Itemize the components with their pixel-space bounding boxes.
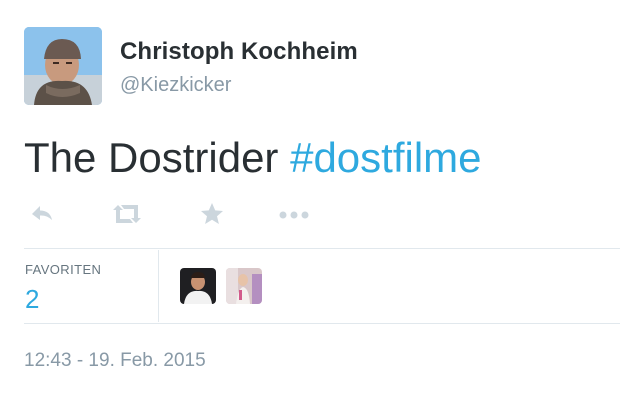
favorite-star-icon <box>201 203 223 224</box>
author-name[interactable]: Christoph Kochheim <box>120 38 358 66</box>
tweet-card: Christoph Kochheim @Kiezkicker The Dostr… <box>0 0 620 420</box>
tweet-text: The Dostrider #dostfilme <box>24 134 482 182</box>
divider-top <box>24 248 620 249</box>
divider-bottom <box>24 323 620 324</box>
tweet-timestamp[interactable]: 12:43 - 19. Feb. 2015 <box>24 350 206 372</box>
favoriter-avatar[interactable] <box>180 268 216 304</box>
favorite-button[interactable] <box>198 200 226 228</box>
hashtag-link[interactable]: #dostfilme <box>290 134 481 181</box>
more-dots-icon <box>279 211 309 219</box>
favorites-stat: FAVORITEN 2 <box>24 250 159 322</box>
favorites-count[interactable]: 2 <box>25 284 39 315</box>
tweet-body: The Dostrider <box>24 134 291 181</box>
author-avatar[interactable] <box>24 27 102 105</box>
author-handle[interactable]: @Kiezkicker <box>120 74 231 97</box>
retweet-icon <box>113 205 141 223</box>
tweet-stats: FAVORITEN 2 <box>24 250 620 322</box>
more-button[interactable] <box>278 200 312 228</box>
favorites-label: FAVORITEN <box>25 262 102 277</box>
favoriter-avatar[interactable] <box>226 268 262 304</box>
reply-button[interactable] <box>28 200 56 228</box>
retweet-button[interactable] <box>110 200 144 228</box>
reply-icon <box>32 206 52 220</box>
